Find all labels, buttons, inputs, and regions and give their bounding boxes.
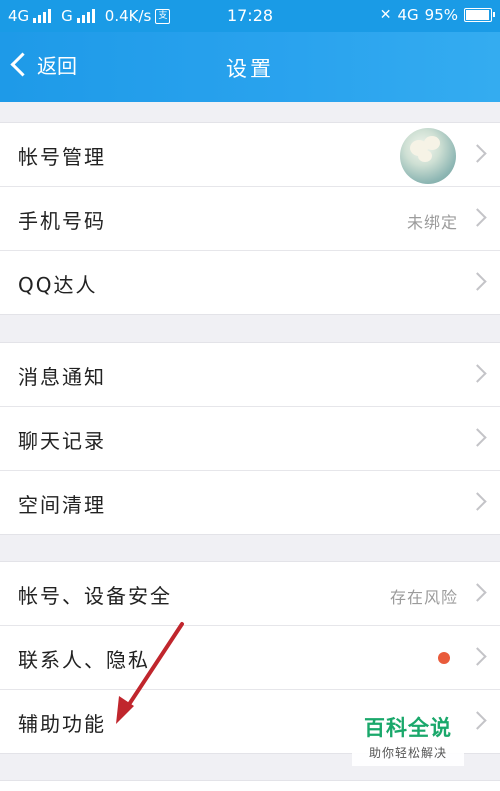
watermark-subtitle: 助你轻松解决 [368, 746, 447, 760]
chat-history-row[interactable]: 聊天记录 [0, 407, 500, 471]
chevron-right-icon [468, 583, 487, 602]
mute-icon: ✕ [379, 7, 392, 23]
row-label: QQ达人 [18, 273, 98, 297]
row-label: 帐号、设备安全 [18, 584, 172, 608]
chevron-right-icon [468, 272, 487, 291]
watermark-title: 百科全说 [364, 716, 452, 740]
nav-bar: 返回 设置 [0, 32, 500, 102]
row-label: 聊天记录 [18, 429, 106, 453]
red-dot-badge [438, 652, 450, 664]
row-label: 联系人、隐私 [18, 648, 150, 672]
account-management-row[interactable]: 帐号管理 [0, 123, 500, 187]
chevron-right-icon [468, 208, 487, 227]
battery-percent: 95% [424, 6, 458, 24]
next-group-edge [0, 780, 500, 791]
lte-badge: 4G [397, 6, 419, 24]
battery-icon [464, 8, 495, 22]
row-label: 手机号码 [18, 209, 106, 233]
row-label: 消息通知 [18, 365, 106, 389]
page-title: 设置 [226, 57, 274, 81]
message-notification-row[interactable]: 消息通知 [0, 343, 500, 407]
settings-group-account: 帐号管理 手机号码 未绑定 QQ达人 [0, 122, 500, 315]
contacts-privacy-row[interactable]: 联系人、隐私 [0, 626, 500, 690]
row-label: 空间清理 [18, 493, 106, 517]
chevron-right-icon [468, 711, 487, 730]
status-bar: 4G G 0.4K/s 支 17:28 ✕ 4G 95% [0, 0, 500, 32]
chevron-right-icon [468, 647, 487, 666]
settings-group-messages: 消息通知 聊天记录 空间清理 [0, 342, 500, 535]
row-label: 帐号管理 [18, 145, 106, 169]
row-value: 存在风险 [389, 588, 458, 607]
phone-number-row[interactable]: 手机号码 未绑定 [0, 187, 500, 251]
qq-daren-row[interactable]: QQ达人 [0, 251, 500, 314]
storage-cleanup-row[interactable]: 空间清理 [0, 471, 500, 534]
row-label: 辅助功能 [18, 712, 106, 736]
chevron-right-icon [468, 364, 487, 383]
watermark-logo: 百科全说 助你轻松解决 [352, 708, 464, 766]
avatar [400, 128, 456, 184]
row-value: 未绑定 [406, 213, 458, 232]
chevron-right-icon [468, 492, 487, 511]
account-security-row[interactable]: 帐号、设备安全 存在风险 [0, 562, 500, 626]
chevron-right-icon [468, 428, 487, 447]
chevron-right-icon [468, 144, 487, 163]
